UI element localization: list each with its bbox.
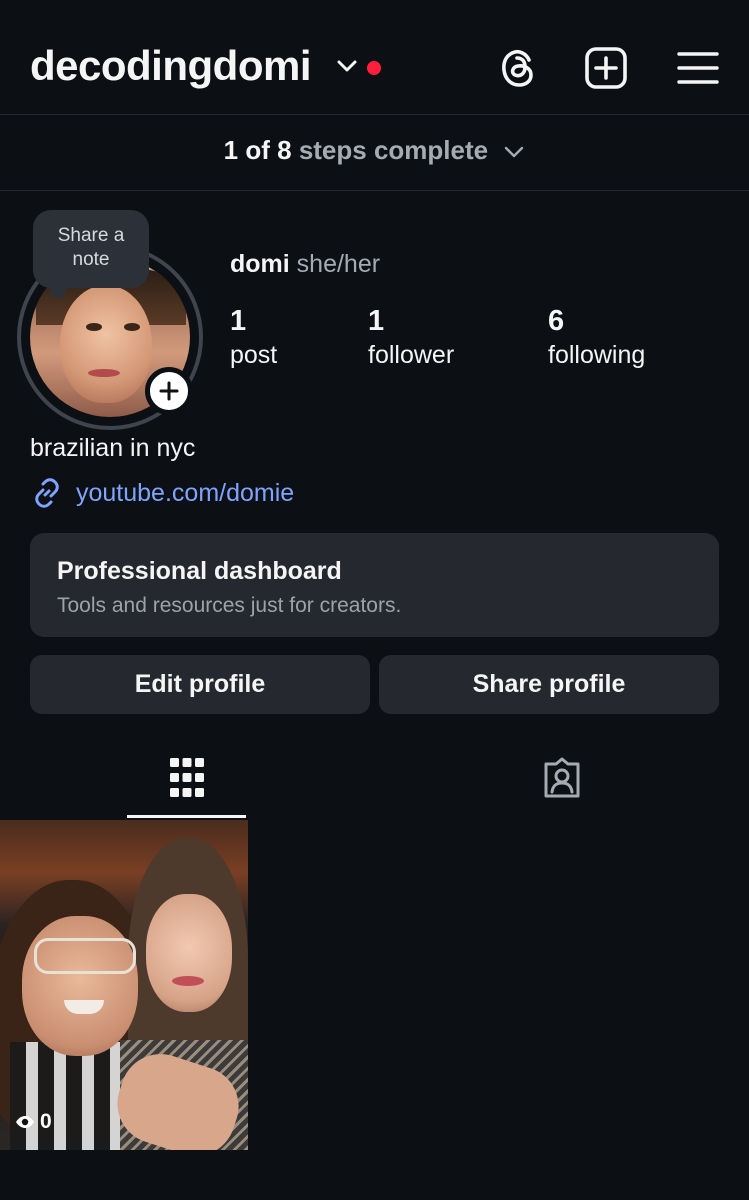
- grid-icon[interactable]: [168, 756, 206, 800]
- pronouns: she/her: [296, 250, 381, 278]
- stat-label: follower: [368, 341, 455, 369]
- bio-text: brazilian in nyc: [30, 434, 196, 462]
- display-name: domi she/her: [230, 250, 380, 279]
- stat-number: 6: [548, 305, 565, 337]
- edit-profile-button[interactable]: Edit profile: [30, 655, 370, 714]
- threads-icon[interactable]: [496, 46, 540, 90]
- post-photo-detail: [22, 916, 138, 1056]
- chevron-down-icon: [505, 146, 524, 158]
- note-label-line1: Share a: [57, 225, 125, 246]
- add-story-button[interactable]: [145, 367, 193, 415]
- new-post-icon[interactable]: [584, 46, 628, 90]
- stat-following[interactable]: 6 following: [548, 304, 645, 372]
- stat-label: following: [548, 341, 646, 369]
- dashboard-subtitle: Tools and resources just for creators.: [57, 594, 402, 617]
- steps-progress[interactable]: 1 of 8 steps complete: [0, 114, 749, 190]
- view-count: 0: [14, 1110, 52, 1134]
- divider: [0, 190, 749, 191]
- note-label-line2: note: [72, 249, 110, 270]
- avatar-eye: [86, 323, 102, 331]
- active-tab-indicator: [127, 815, 246, 818]
- eye-icon: [16, 1116, 34, 1128]
- professional-dashboard-card[interactable]: Professional dashboard Tools and resourc…: [30, 533, 719, 637]
- profile-screen: decodingdomi 1 of 8 steps complete Share…: [0, 0, 749, 1200]
- menu-icon[interactable]: [676, 46, 720, 90]
- post-thumbnail[interactable]: 0: [0, 820, 248, 1150]
- profile-name: domi: [230, 250, 290, 278]
- post-photo-detail: [146, 894, 232, 1012]
- plus-icon: [159, 381, 179, 401]
- top-bar: decodingdomi: [0, 0, 749, 114]
- view-count-number: 0: [40, 1110, 52, 1133]
- share-profile-button[interactable]: Share profile: [379, 655, 719, 714]
- stat-posts[interactable]: 1 post: [230, 304, 277, 372]
- profile-link[interactable]: youtube.com/domie: [30, 476, 294, 510]
- avatar-mouth: [88, 369, 120, 377]
- stat-number: 1: [230, 305, 247, 337]
- notification-dot: [367, 61, 381, 75]
- dashboard-title: Professional dashboard: [57, 557, 342, 585]
- avatar-eye: [124, 323, 140, 331]
- link-url: youtube.com/domie: [76, 478, 295, 507]
- post-photo-detail: [34, 938, 136, 974]
- note-bubble-tail: [50, 282, 66, 298]
- stat-label: post: [230, 341, 278, 369]
- steps-rest: steps complete: [298, 135, 489, 165]
- chevron-down-icon[interactable]: [336, 58, 358, 74]
- post-photo-detail: [172, 976, 204, 986]
- stat-followers[interactable]: 1 follower: [368, 304, 454, 372]
- steps-done: 1 of 8: [223, 135, 292, 165]
- avatar-face: [60, 285, 152, 403]
- tagged-icon[interactable]: [540, 756, 584, 800]
- share-note-bubble[interactable]: Share a note: [33, 210, 149, 288]
- account-username[interactable]: decodingdomi: [30, 42, 312, 90]
- stat-number: 1: [368, 305, 385, 337]
- link-icon: [35, 478, 59, 508]
